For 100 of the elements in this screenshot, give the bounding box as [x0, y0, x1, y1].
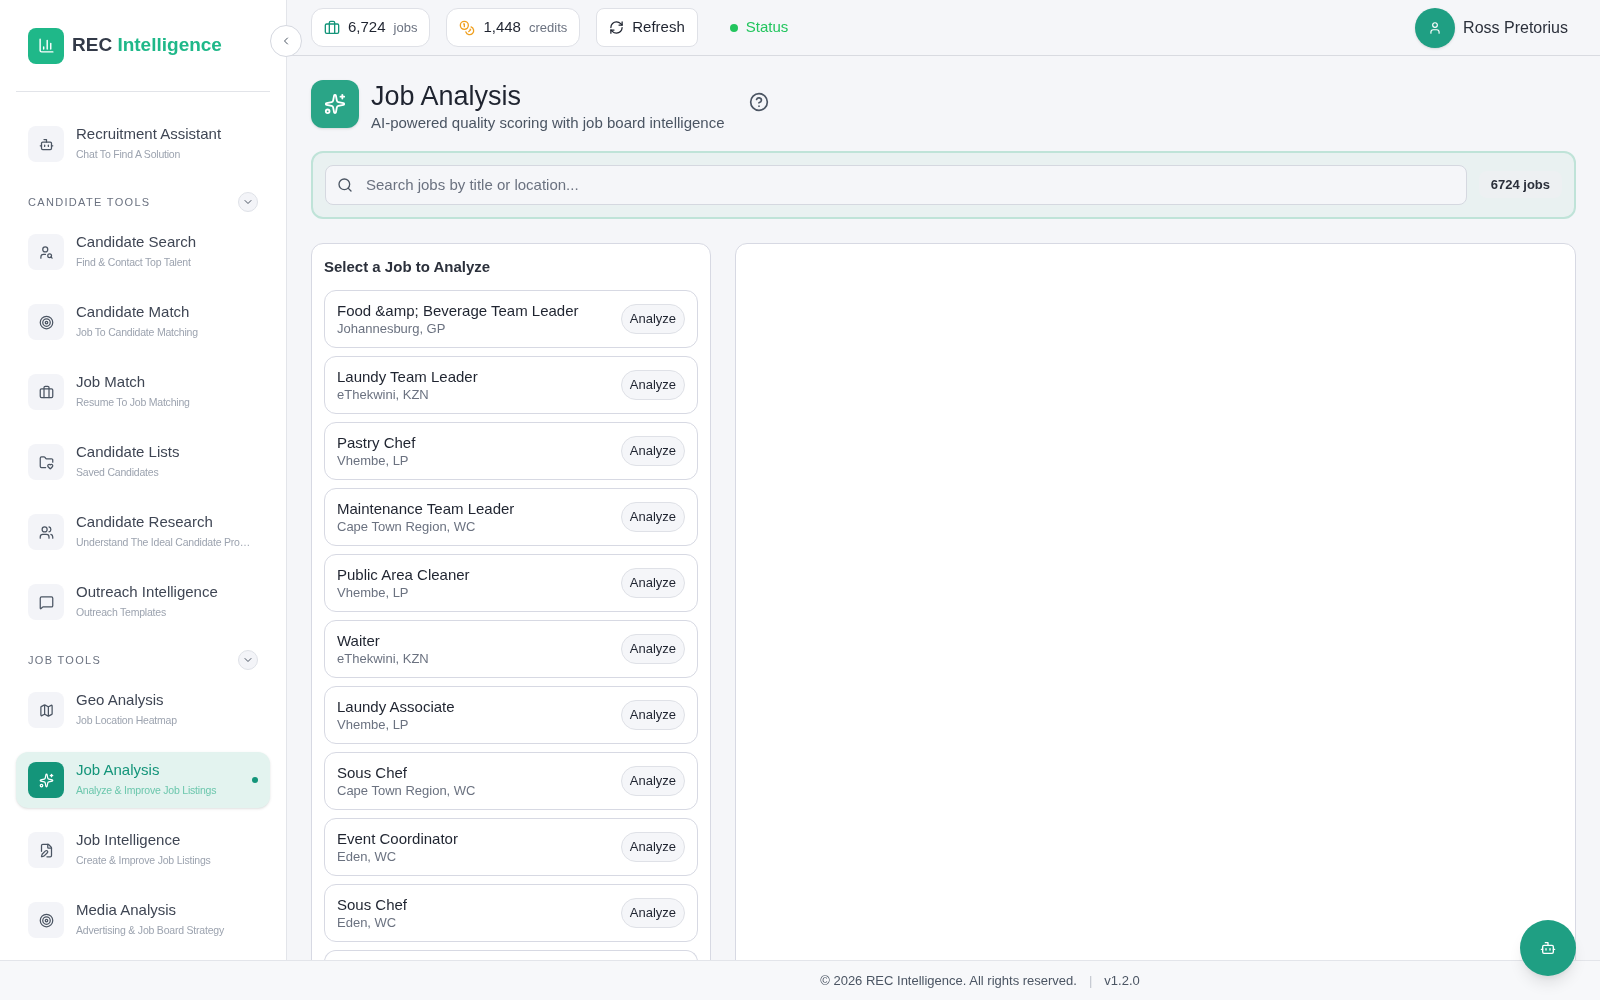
job-location: Cape Town Region, WC	[337, 783, 476, 799]
job-location: eThekwini, KZN	[337, 651, 429, 667]
job-location: Cape Town Region, WC	[337, 519, 477, 535]
logo-icon	[28, 27, 64, 64]
sidebar-item[interactable]: Job Match Resume To Job Matching	[16, 364, 270, 420]
job-title: Laundy Associate	[337, 697, 455, 717]
sidebar-item[interactable]: Recruitment Assistant Chat To Find A Solution	[16, 116, 270, 172]
analyze-button[interactable]: Analyze	[620, 370, 685, 400]
sparkle-icon	[28, 762, 64, 798]
search-icon	[337, 176, 353, 193]
item-subtitle: Job To Candidate Matching	[76, 325, 198, 340]
sidebar-item[interactable]: Candidate Match Job To Candidate Matching	[16, 294, 270, 350]
job-title: Laundy Team Leader	[337, 367, 478, 387]
job-location: Eden, WC	[337, 915, 398, 931]
target-icon	[28, 304, 64, 340]
section-toggle[interactable]	[238, 650, 258, 670]
sidebar-item[interactable]: Geo Analysis Job Location Heatmap	[16, 682, 270, 738]
copyright-text: © 2026 REC Intelligence. All rights reserved.	[820, 971, 1077, 990]
item-subtitle: Analyze & Improve Job Listings	[76, 783, 217, 798]
analyze-button[interactable]: Analyze	[620, 502, 685, 532]
item-title: Recruitment Assistant	[76, 124, 222, 144]
analyze-button[interactable]: Analyze	[620, 436, 685, 466]
job-title: Pastry Chef	[337, 433, 416, 453]
chat-icon	[28, 584, 64, 620]
brand-name: REC Intelligence	[72, 33, 222, 58]
user-name: Ross Pretorius	[1463, 17, 1568, 38]
analyze-button[interactable]: Analyze	[620, 898, 685, 928]
item-subtitle: Chat To Find A Solution	[76, 147, 182, 162]
job-title: Maintenance Team Leader	[337, 499, 515, 519]
page-subtitle: AI-powered quality scoring with job board intelligence	[371, 113, 725, 133]
job-card[interactable]: Laundy Team Leader eThekwini, KZN Analyze	[324, 356, 698, 414]
job-title: Food &amp; Beverage Team Leader	[337, 301, 579, 321]
analyze-button[interactable]: Analyze	[620, 832, 685, 862]
section-title: CANDIDATE TOOLS	[28, 194, 151, 210]
item-subtitle: Advertising & Job Board Strategy	[76, 923, 224, 938]
item-title: Geo Analysis	[76, 690, 165, 710]
help-icon[interactable]	[748, 92, 769, 112]
coins-icon	[459, 19, 476, 36]
job-title: Sous Chef	[337, 763, 409, 783]
job-location: Eden, WC	[337, 849, 398, 865]
map-icon	[28, 692, 64, 728]
jobs-stat: 6,724 jobs	[311, 8, 431, 47]
section-title: JOB TOOLS	[28, 652, 102, 668]
analyze-button[interactable]: Analyze	[620, 304, 685, 334]
job-card[interactable]: Laundy Associate Vhembe, LP Analyze	[324, 686, 698, 744]
users-icon	[28, 514, 64, 550]
sidebar-item[interactable]: Candidate Search Find & Contact Top Talent	[16, 224, 270, 280]
robot-icon	[1540, 940, 1556, 956]
separator: |	[1088, 971, 1093, 990]
search-field[interactable]: Search jobs by title or location...	[325, 164, 1467, 205]
job-card[interactable]: Waiter eThekwini, KZN Analyze	[324, 620, 698, 678]
item-subtitle: Resume To Job Matching	[76, 395, 190, 410]
job-card[interactable]: Maintenance Team Leader Cape Town Region, WC Analyze	[324, 488, 698, 546]
sidebar-item[interactable]: Candidate Research Understand The Ideal Candidate Pro…	[16, 504, 270, 560]
item-title: Candidate Match	[76, 302, 191, 322]
job-location: Vhembe, LP	[337, 717, 410, 733]
job-card[interactable]: Pastry Chef Vhembe, LP Analyze	[324, 422, 698, 480]
sidebar-item[interactable]: Media Analysis Advertising & Job Board Strategy	[16, 892, 270, 948]
item-title: Job Intelligence	[76, 830, 182, 850]
job-location: Vhembe, LP	[337, 585, 410, 601]
job-title: Public Area Cleaner	[337, 565, 470, 585]
briefcase-icon	[324, 19, 340, 36]
job-location: Vhembe, LP	[337, 453, 410, 469]
version-text: v1.2.0	[1104, 971, 1140, 990]
item-subtitle: Job Location Heatmap	[76, 713, 177, 728]
analyze-button[interactable]: Analyze	[620, 766, 685, 796]
section-toggle[interactable]	[238, 192, 258, 212]
job-title: Event Coordinator	[337, 829, 458, 849]
jobs-count-badge: 6724 jobs	[1478, 170, 1562, 199]
refresh-icon	[609, 20, 625, 35]
status-label: Status	[745, 17, 789, 38]
item-title: Job Analysis	[76, 760, 161, 780]
job-card[interactable]: Public Area Cleaner Vhembe, LP Analyze	[324, 554, 698, 612]
card-title: Select a Job to Analyze	[324, 256, 492, 277]
item-title: Outreach Intelligence	[76, 582, 218, 602]
analyze-button[interactable]: Analyze	[620, 700, 685, 730]
sidebar-item[interactable]: Job Intelligence Create & Improve Job Listings	[16, 822, 270, 878]
sidebar-item[interactable]: Candidate Lists Saved Candidates	[16, 434, 270, 490]
analyze-button[interactable]: Analyze	[620, 568, 685, 598]
file-pen-icon	[28, 832, 64, 868]
page-title: Job Analysis	[371, 80, 523, 112]
job-card[interactable]: Sous Chef Cape Town Region, WC Analyze	[324, 752, 698, 810]
item-subtitle: Find & Contact Top Talent	[76, 255, 192, 270]
job-location: Johannesburg, GP	[337, 321, 447, 337]
item-subtitle: Outreach Templates	[76, 605, 167, 620]
job-card[interactable]: Event Coordinator Eden, WC Analyze	[324, 818, 698, 876]
item-subtitle: Understand The Ideal Candidate Pro…	[76, 535, 250, 550]
refresh-button[interactable]: Refresh	[596, 8, 698, 47]
user-search-icon	[28, 234, 64, 270]
sidebar-item[interactable]: Outreach Intelligence Outreach Templates	[16, 574, 270, 630]
job-card[interactable]: Sous Chef Eden, WC Analyze	[324, 884, 698, 942]
item-title: Candidate Search	[76, 232, 197, 252]
analyze-button[interactable]: Analyze	[620, 634, 685, 664]
avatar[interactable]	[1415, 7, 1456, 48]
collapse-button[interactable]	[270, 25, 302, 57]
robot-icon	[28, 126, 64, 162]
job-title: Waiter	[337, 631, 381, 651]
item-title: Candidate Lists	[76, 442, 180, 462]
sparkle-icon	[311, 80, 359, 128]
job-card[interactable]: Food &amp; Beverage Team Leader Johannesburg, GP Analyze	[324, 290, 698, 348]
